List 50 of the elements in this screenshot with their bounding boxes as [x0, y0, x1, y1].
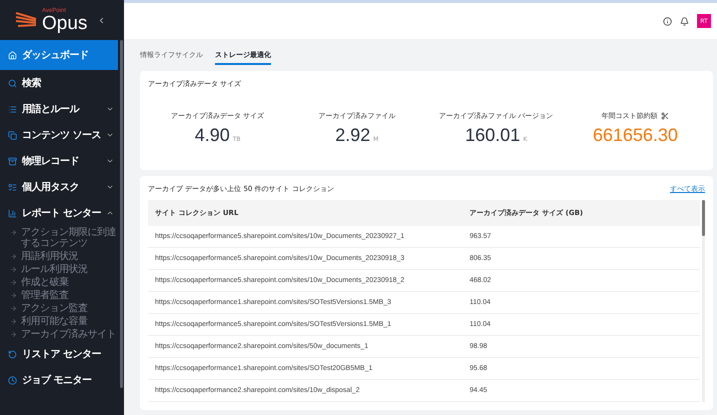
arrow-icon — [10, 229, 17, 236]
restore-icon — [8, 350, 17, 358]
arrow-icon — [10, 253, 17, 260]
sidebar-subitem[interactable]: ルール利用状況 — [0, 263, 120, 276]
chevron-up-icon — [106, 209, 114, 217]
scrollbar[interactable] — [702, 200, 705, 236]
info-icon[interactable] — [663, 16, 672, 26]
arrow-icon — [10, 305, 17, 312]
scrollbar[interactable] — [120, 40, 123, 388]
sidebar-subitem[interactable]: 用語利用状況 — [0, 250, 120, 263]
sidebar-subitem[interactable]: アクション監査 — [0, 302, 120, 315]
archive-icon — [8, 156, 17, 166]
sidebar-item[interactable]: ダッシュボード — [0, 40, 118, 70]
sidebar-item[interactable]: リストア センター — [0, 341, 118, 367]
sidebar-subitem[interactable]: アーカイブ済みサイト — [0, 328, 120, 341]
chevron-down-icon — [106, 157, 114, 165]
metric-value: 661656.30 — [592, 125, 678, 146]
arrow-icon — [10, 331, 17, 338]
sidebar-item[interactable]: ジョブ モニター — [0, 367, 118, 393]
bar-chart-icon — [8, 208, 17, 218]
product-name: Opus — [42, 14, 88, 32]
sidebar-item[interactable]: 個人用タスク — [0, 174, 118, 200]
search-icon — [8, 78, 17, 88]
sidebar-item[interactable]: 物理レコード — [0, 148, 118, 174]
logo-icon — [14, 11, 38, 29]
sidebar-item[interactable]: コンテンツ ソース — [0, 122, 118, 148]
tools-icon[interactable] — [661, 112, 670, 120]
arrow-icon — [10, 292, 17, 299]
arrow-icon — [10, 318, 17, 325]
metric-value: 4.90 — [194, 125, 230, 146]
sidebar-subitem[interactable]: 利用可能な容量 — [0, 315, 120, 328]
sidebar-subitem[interactable]: 作成と破棄 — [0, 276, 120, 289]
sidebar-item[interactable]: 用語とルール — [0, 96, 118, 122]
copy-icon — [8, 130, 17, 140]
sidebar-item[interactable]: 検索 — [0, 70, 118, 96]
home-icon — [8, 50, 17, 60]
chevron-down-icon — [106, 131, 114, 139]
bell-icon[interactable] — [680, 16, 689, 26]
sidebar-item[interactable]: レポート センター — [0, 200, 118, 226]
metric-value: 2.92 — [335, 125, 370, 146]
arrow-icon — [10, 266, 17, 273]
clock-icon — [8, 376, 17, 384]
sidebar-subitem[interactable]: 管理者監査 — [0, 289, 120, 302]
sidebar-subitem[interactable]: アクション期限に到達するコンテンツ — [0, 226, 120, 250]
chevron-down-icon — [106, 105, 114, 113]
list-icon — [8, 104, 17, 114]
arrow-icon — [10, 279, 17, 286]
chevron-down-icon — [106, 183, 114, 191]
checklist-icon — [8, 182, 17, 192]
metric-value: 160.01 — [465, 125, 520, 146]
